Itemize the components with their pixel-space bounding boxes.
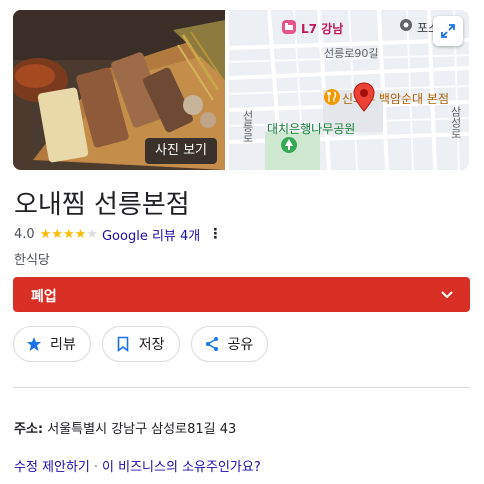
bookmark-icon <box>117 336 129 352</box>
star-icon: ★ <box>63 226 75 242</box>
share-icon <box>205 337 218 351</box>
business-name: 오내찜 선릉본점 <box>14 190 190 220</box>
place-marker-icon <box>400 19 412 31</box>
map-label-l7: L7 강남 <box>301 22 344 36</box>
hotel-marker-icon <box>282 20 296 34</box>
more-options-icon[interactable]: ⋮ <box>208 226 222 242</box>
business-category: 한식당 <box>14 253 50 268</box>
location-map[interactable]: L7 강남 포스코센 선릉로90길 신의주 백암순대 본점 대치은행나무공원 선… <box>229 10 469 170</box>
share-button[interactable]: 공유 <box>190 326 269 362</box>
map-label-road-90: 선릉로90길 <box>324 47 379 60</box>
own-business-link[interactable]: 이 비즈니스의 소유주인가요? <box>102 460 261 475</box>
map-label-seolleung-ro: 선릉로 <box>241 110 254 143</box>
star-icon: ★ <box>74 226 87 242</box>
business-photo[interactable]: 사진 보기 <box>13 10 225 170</box>
business-status: 폐업 <box>31 289 57 305</box>
save-button-label: 저장 <box>138 337 165 353</box>
hero-media: 사진 보기 L7 강남 선릉로90길 신의주 백암순대 본점 대치은행나무공원 … <box>13 10 469 170</box>
view-photos-button[interactable]: 사진 보기 <box>145 138 217 164</box>
star-icon: ★ <box>51 226 63 242</box>
save-button[interactable]: 저장 <box>101 326 180 362</box>
suggest-edit-link[interactable]: 수정 제안하기 <box>14 460 90 475</box>
footer-links: 수정 제안하기 · 이 비즈니스의 소유주인가요? <box>14 456 261 475</box>
expand-map-button[interactable] <box>433 16 463 46</box>
chevron-down-icon <box>441 291 453 299</box>
star-icon: ★ <box>86 226 98 242</box>
expand-icon <box>441 24 455 38</box>
address-value[interactable]: 서울특별시 강남구 삼성로81길 43 <box>47 422 236 437</box>
section-divider <box>13 387 470 388</box>
rating-value: 4.0 <box>14 226 35 242</box>
address-row: 주소: 서울특별시 강남구 삼성로81길 43 <box>14 418 236 437</box>
restaurant-marker-icon <box>324 89 340 105</box>
business-status-bar[interactable]: 폐업 <box>13 277 470 312</box>
park-marker-icon <box>281 137 297 153</box>
action-buttons: 리뷰 저장 공유 <box>13 326 269 362</box>
rating-row: 4.0 ★ ★ ★ ★ ★ Google 리뷰 4개 ⋮ <box>14 225 222 244</box>
address-label: 주소: <box>14 422 44 437</box>
link-separator: · <box>93 460 99 475</box>
review-button[interactable]: 리뷰 <box>13 326 91 362</box>
map-label-samseong-ro: 삼성로 <box>449 106 462 139</box>
reviews-link[interactable]: Google 리뷰 4개 <box>102 225 200 244</box>
star-rating: ★ ★ ★ ★ ★ <box>40 228 98 241</box>
review-button-label: 리뷰 <box>50 337 76 353</box>
star-icon <box>27 337 41 351</box>
share-button-label: 공유 <box>227 337 254 353</box>
star-icon: ★ <box>39 226 52 242</box>
location-pin-icon <box>353 82 375 112</box>
map-label-park: 대치은행나무공원 <box>267 122 356 136</box>
